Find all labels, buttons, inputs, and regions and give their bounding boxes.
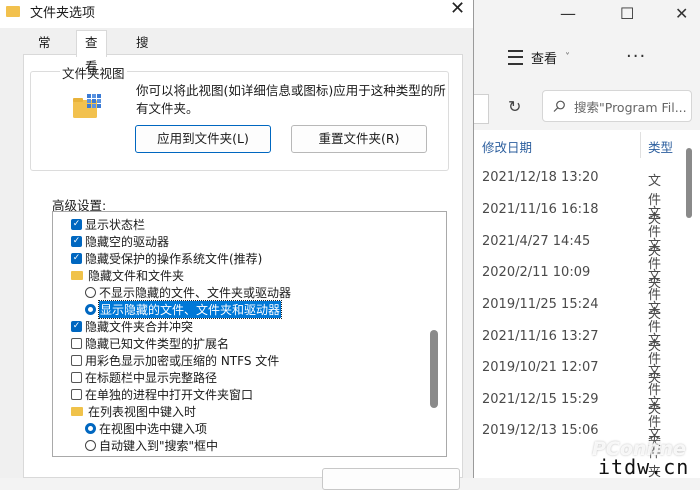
search-placeholder: 搜索"Program Fil... [574,99,687,115]
column-header-modified[interactable]: 修改日期 [482,137,532,156]
view-lines-icon [508,50,523,65]
setting-dont-show-hidden[interactable]: 不显示隐藏的文件、文件夹或驱动器 [85,284,291,301]
setting-label: 显示状态栏 [85,218,146,232]
radio-unchecked-icon[interactable] [85,287,96,298]
reset-folders-button[interactable]: 重置文件夹(R) [291,125,427,153]
checkbox-checked-icon[interactable]: ✓ [71,321,82,332]
search-icon [553,100,565,112]
table-row[interactable]: 2021/12/15 15:29 文件夹 [482,392,661,449]
setting-label: 隐藏文件夹合并冲突 [85,320,194,334]
dialog-titlebar: 文件夹选项 ✕ [0,0,473,28]
table-row[interactable]: 2021/4/27 14:45 文件夹 [482,234,661,291]
folder-icon [71,407,83,416]
setting-label: 不显示隐藏的文件、文件夹或驱动器 [99,286,292,300]
view-menu-label: 查看 [531,52,558,67]
row-modified: 2021/11/16 13:27 [482,329,599,344]
watermark-site: itdw.cn [598,455,690,479]
table-row[interactable]: 2019/12/13 15:06 文件夹 [482,423,661,480]
tab-general[interactable]: 常规 [30,32,59,72]
tab-search[interactable]: 搜索 [128,32,157,72]
setting-label: 自动键入到"搜索"框中 [99,439,219,453]
column-header-type[interactable]: 类型 [648,137,673,156]
setting-separate-process[interactable]: 在单独的进程中打开文件夹窗口 [71,386,253,403]
restore-defaults-button[interactable] [322,468,460,490]
setting-show-hidden[interactable]: 显示隐藏的文件、文件夹和驱动器 [85,300,283,319]
checkbox-unchecked-icon[interactable] [71,338,82,349]
setting-group-hidden-files: 隐藏文件和文件夹 [71,267,184,284]
table-row[interactable]: 2021/11/16 13:27 文件夹 [482,329,661,386]
table-row[interactable]: 2020/2/11 10:09 文件夹 [482,265,661,322]
radio-checked-icon[interactable] [85,304,96,315]
setting-hide-merge-conflicts[interactable]: ✓ 隐藏文件夹合并冲突 [71,318,193,335]
setting-label: 隐藏空的驱动器 [85,235,170,249]
folder-icon [6,6,20,17]
setting-show-status-bar[interactable]: ✓ 显示状态栏 [71,216,145,233]
checkbox-checked-icon[interactable]: ✓ [71,236,82,247]
radio-checked-icon[interactable] [85,423,96,434]
row-modified: 2021/12/15 15:29 [482,392,599,407]
folder-icon [71,271,83,280]
apply-to-folders-button[interactable]: 应用到文件夹(L) [135,125,271,153]
table-row[interactable]: 2019/10/21 12:07 文件夹 [482,360,661,417]
row-modified: 2021/11/16 16:18 [482,202,599,217]
checkbox-unchecked-icon[interactable] [71,389,82,400]
folder-views-description: 你可以将此视图(如详细信息或图标)应用于这种类型的所有文件夹。 [136,83,446,116]
table-row[interactable]: 2019/11/25 15:24 文件夹 [482,297,661,354]
advanced-settings-scrollbar[interactable] [430,330,438,408]
setting-select-typed-item[interactable]: 在视图中选中键入项 [85,420,207,437]
setting-label: 在标题栏中显示完整路径 [85,371,218,385]
setting-type-into-search[interactable]: 自动键入到"搜索"框中 [85,437,218,454]
refresh-icon[interactable]: ↻ [508,97,521,116]
setting-color-ntfs[interactable]: 用彩色显示加密或压缩的 NTFS 文件 [71,352,279,369]
row-modified: 2020/2/11 10:09 [482,265,591,280]
close-window-button[interactable]: ✕ [675,4,688,23]
setting-group-typing: 在列表视图中键入时 [71,403,196,420]
setting-label-selected: 显示隐藏的文件、文件夹和驱动器 [97,300,283,319]
dialog-title: 文件夹选项 [30,6,96,21]
setting-label: 在视图中选中键入项 [99,422,208,436]
view-menu-button[interactable]: 查看 ˅ [508,48,570,67]
setting-label: 在单独的进程中打开文件夹窗口 [85,388,254,402]
file-list-scrollbar[interactable] [686,148,692,218]
checkbox-checked-icon[interactable]: ✓ [71,253,82,264]
setting-label: 隐藏受保护的操作系统文件(推荐) [85,252,263,266]
address-bar-end[interactable] [474,94,489,124]
row-modified: 2019/11/25 15:24 [482,297,599,312]
setting-label: 隐藏已知文件类型的扩展名 [85,337,230,351]
setting-label: 在列表视图中键入时 [88,405,197,419]
chevron-down-icon: ˅ [565,52,571,63]
setting-full-path-title[interactable]: 在标题栏中显示完整路径 [71,369,217,386]
table-row[interactable]: 2021/12/18 13:20 文件夹 [482,170,661,227]
setting-label: 用彩色显示加密或压缩的 NTFS 文件 [85,354,280,368]
row-modified: 2021/12/18 13:20 [482,170,599,185]
setting-hide-protected-os-files[interactable]: ✓ 隐藏受保护的操作系统文件(推荐) [71,250,262,267]
row-modified: 2019/10/21 12:07 [482,360,599,375]
maximize-button[interactable]: ☐ [620,4,634,23]
folder-view-icon [73,94,101,118]
search-box[interactable]: 搜索"Program Fil... [542,90,692,122]
folder-options-dialog: 文件夹选项 ✕ 常规 查看 搜索 文件夹视图 你可以将此视图(如详细信息或图标)… [0,0,474,490]
row-modified: 2019/12/13 15:06 [482,423,599,438]
more-options-icon[interactable]: ··· [626,46,646,67]
setting-label: 隐藏文件和文件夹 [88,269,185,283]
minimize-button[interactable]: — [560,4,576,23]
table-row[interactable]: 2021/11/16 16:18 文件夹 [482,202,661,259]
checkbox-unchecked-icon[interactable] [71,355,82,366]
setting-hide-extensions[interactable]: 隐藏已知文件类型的扩展名 [71,335,229,352]
close-icon[interactable]: ✕ [450,0,465,19]
advanced-settings-tree[interactable]: ✓ 显示状态栏 ✓ 隐藏空的驱动器 ✓ 隐藏受保护的操作系统文件(推荐) 隐藏文件和文… [52,211,447,457]
checkbox-checked-icon[interactable]: ✓ [71,219,82,230]
row-modified: 2021/4/27 14:45 [482,234,591,249]
checkbox-unchecked-icon[interactable] [71,372,82,383]
setting-hide-empty-drives[interactable]: ✓ 隐藏空的驱动器 [71,233,169,250]
radio-unchecked-icon[interactable] [85,440,96,451]
column-separator [640,132,641,158]
tab-view[interactable]: 查看 [76,30,107,74]
